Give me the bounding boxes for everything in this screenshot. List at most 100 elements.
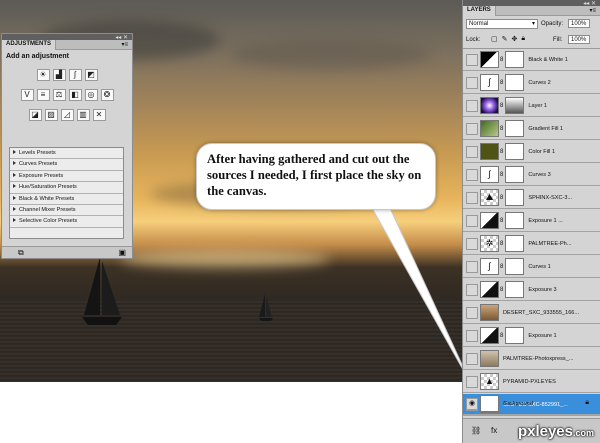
preset-item[interactable]: Channel Mixer Presets <box>10 205 123 217</box>
eye-icon[interactable]: ◉ <box>466 397 478 410</box>
canvas-bottom-area <box>0 382 462 443</box>
lock-transparency-icon[interactable]: ▢ <box>491 35 498 43</box>
chain-link-icon: 8 <box>500 332 504 339</box>
layer-row[interactable]: ▲ PYRAMID-PXLEYES <box>463 371 600 393</box>
layer-row[interactable]: ⛰ 8 SPHINX-SXC-3... <box>463 187 600 209</box>
layer-row[interactable]: DESERT_SXC_933555_166... <box>463 302 600 324</box>
sea <box>0 300 462 382</box>
layer-mask <box>505 212 525 229</box>
adjustment-thumbnail <box>480 51 499 68</box>
layer-row[interactable]: ∫ 8 Curves 3 <box>463 164 600 186</box>
preset-item[interactable]: Black & White Presets <box>10 194 123 205</box>
visibility-toggle[interactable] <box>466 99 478 112</box>
layer-row[interactable]: 8 Layer 1 <box>463 95 600 117</box>
layer-mask <box>505 143 525 160</box>
visibility-toggle[interactable] <box>466 260 478 273</box>
selective-color-icon[interactable]: ✕ <box>92 109 106 121</box>
visibility-toggle[interactable] <box>466 168 478 181</box>
layer-thumbnail <box>480 350 499 367</box>
color-balance-icon[interactable]: ⚖ <box>52 89 66 101</box>
curves-icon[interactable]: ∫ <box>68 69 82 81</box>
visibility-toggle[interactable] <box>466 76 478 89</box>
sailboat-large <box>82 257 122 325</box>
visibility-toggle[interactable] <box>466 352 478 365</box>
preset-item[interactable]: Curves Presets <box>10 159 123 171</box>
layer-row[interactable]: 8 Exposure 1 ... <box>463 210 600 232</box>
layer-name: Curves 1 <box>528 263 551 270</box>
blend-mode-select[interactable]: Normal ▾ <box>466 19 538 29</box>
visibility-toggle[interactable] <box>466 283 478 296</box>
panel-options-icon[interactable]: ▣ <box>118 248 126 257</box>
watermark: pxleyes.com <box>517 423 594 440</box>
layer-style-icon[interactable]: fx <box>491 426 497 435</box>
posterize-icon[interactable]: ▨ <box>44 109 58 121</box>
preset-item[interactable]: Exposure Presets <box>10 171 123 183</box>
hue-saturation-icon[interactable]: ≡ <box>36 89 50 101</box>
speech-bubble: After having gathered and cut out the so… <box>196 143 436 210</box>
layer-row[interactable]: ✲ 8 PALMTREE-Ph... <box>463 233 600 255</box>
visibility-toggle[interactable] <box>466 329 478 342</box>
chevron-down-icon: ▾ <box>531 21 535 27</box>
clip-to-layer-icon[interactable]: ⧉ <box>18 248 24 258</box>
preset-item[interactable]: Levels Presets <box>10 148 123 160</box>
layer-name: Exposure 1 <box>528 332 557 339</box>
chain-link-icon: 8 <box>500 125 504 132</box>
panel-menu-icon[interactable]: ▾≡ <box>121 41 128 48</box>
layer-row[interactable]: ◉ Background 🔒︎ <box>463 393 600 415</box>
gradient-map-icon[interactable]: ▥ <box>76 109 90 121</box>
black-white-icon[interactable]: ◧ <box>68 89 82 101</box>
layer-row[interactable]: ∫ 8 Curves 2 <box>463 72 600 94</box>
layer-mask <box>505 74 525 91</box>
gradient-thumbnail <box>480 120 499 137</box>
visibility-toggle[interactable] <box>466 53 478 66</box>
lock-position-icon[interactable]: ✥ <box>512 35 518 43</box>
layer-thumbnail: ✲ <box>480 235 499 252</box>
tab-layers[interactable]: LAYERS <box>463 6 496 16</box>
layer-row[interactable]: 8 Exposure 1 <box>463 325 600 347</box>
layers-panel: ◂◂ ✕ LAYERS ▾≡ Normal ▾ Opacity: 100% Lo… <box>462 0 600 443</box>
visibility-toggle[interactable] <box>466 237 478 250</box>
layer-name: Curves 2 <box>528 79 551 86</box>
layer-row[interactable]: 8 Color Fill 1 <box>463 141 600 163</box>
layer-row[interactable]: 8 Gradient Fill 1 <box>463 118 600 140</box>
brightness-contrast-icon[interactable]: ☀ <box>36 69 50 81</box>
layer-thumbnail <box>480 97 499 114</box>
tab-adjustments[interactable]: ADJUSTMENTS <box>2 40 57 50</box>
opacity-field[interactable]: 100% <box>568 19 590 28</box>
exposure-icon[interactable]: ◩ <box>84 69 98 81</box>
layer-name: Exposure 1 ... <box>528 217 563 224</box>
visibility-toggle[interactable] <box>466 191 478 204</box>
bubble-text: After having gathered and cut out the so… <box>207 152 422 198</box>
visibility-toggle[interactable] <box>466 214 478 227</box>
layer-mask <box>505 258 525 275</box>
channel-mixer-icon[interactable]: ❂ <box>100 89 114 101</box>
vibrance-icon[interactable]: V <box>20 89 34 101</box>
panel-menu-icon[interactable]: ▾≡ <box>589 7 596 14</box>
preset-item[interactable]: Hue/Saturation Presets <box>10 182 123 194</box>
link-layers-icon[interactable]: ⛓ <box>471 426 481 435</box>
levels-icon[interactable]: ▟ <box>52 69 66 81</box>
layer-thumbnail: ⛰ <box>480 189 499 206</box>
visibility-toggle[interactable] <box>466 145 478 158</box>
lock-pixels-icon[interactable]: ✎ <box>502 35 508 43</box>
fill-field[interactable]: 100% <box>568 35 590 44</box>
layer-row[interactable]: ∫ 8 Curves 1 <box>463 256 600 278</box>
exposure-icon <box>480 281 499 298</box>
adjustments-footer: ⧉ ▣ <box>2 246 132 258</box>
preset-item[interactable]: Selective Color Presets <box>10 216 123 228</box>
fill-label: Fill: <box>553 37 563 43</box>
layer-row[interactable]: 8 Black & White 1 <box>463 49 600 71</box>
visibility-toggle[interactable] <box>466 375 478 388</box>
layer-row[interactable]: 8 Exposure 3 <box>463 279 600 301</box>
presets-list: Levels Presets Curves Presets Exposure P… <box>9 147 124 239</box>
threshold-icon[interactable]: ◿ <box>60 109 74 121</box>
chain-link-icon: 8 <box>500 217 504 224</box>
layer-row[interactable]: PALMTREE-Photoxpress_... <box>463 348 600 370</box>
lock-all-icon[interactable]: 🔒︎ <box>521 35 525 43</box>
invert-icon[interactable]: ◪ <box>28 109 42 121</box>
layer-mask <box>505 327 525 344</box>
photo-filter-icon[interactable]: ◎ <box>84 89 98 101</box>
layer-thumbnail <box>480 395 499 412</box>
visibility-toggle[interactable] <box>466 306 478 319</box>
visibility-toggle[interactable] <box>466 122 478 135</box>
